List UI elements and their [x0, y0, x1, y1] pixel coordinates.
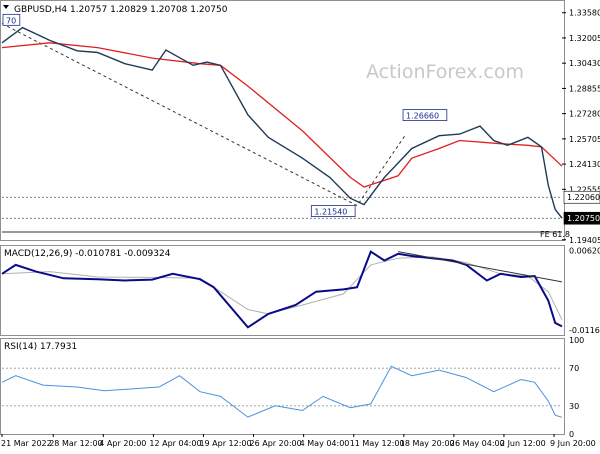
macd-title: MACD(12,26,9) -0.010781 -0.009324 — [4, 249, 171, 259]
fe-label: FE 61.8 — [540, 230, 570, 239]
price-annotation: 1.26660 — [406, 112, 439, 121]
price-axis-tick-label: 1.27280 — [569, 110, 600, 119]
x-axis-tick-label: 28 Mar 12:00 — [49, 439, 102, 448]
rsi-axis-tick-label: 70 — [569, 364, 579, 373]
x-axis-tick-label: 12 Apr 04:00 — [149, 439, 201, 448]
x-axis-tick-label: 19 Apr 12:00 — [199, 439, 251, 448]
rsi-axis-tick-label: 100 — [569, 336, 584, 345]
rsi-axis-tick-label: 0 — [569, 430, 574, 439]
x-axis-tick-label: 9 Jun 20:00 — [550, 439, 596, 448]
rsi-title: RSI(14) 17.7931 — [4, 342, 77, 352]
price-axis-tick-label: 1.30430 — [569, 59, 600, 68]
rsi-axis-tick-label: 30 — [569, 402, 579, 411]
price-axis-tick-label: 1.28855 — [569, 84, 600, 93]
price-axis-tick-label: 1.19405 — [569, 236, 600, 245]
watermark: ActionForex.com — [366, 61, 524, 83]
chart-root: ActionForex.com GBPUSD,H4 1.20757 1.2082… — [0, 0, 600, 450]
x-axis-tick-label: 4 May 04:00 — [300, 439, 350, 448]
level-price-label: 1.22060 — [567, 193, 600, 202]
price-axis-tick-label: 1.33580 — [569, 9, 600, 18]
current-price-label: 1.20750 — [567, 214, 600, 223]
price-axis-tick-label: 1.32005 — [569, 34, 600, 43]
chart-canvas: ActionForex.com GBPUSD,H4 1.20757 1.2082… — [0, 0, 600, 450]
macd-axis-tick-label: 0.006208 — [569, 247, 600, 256]
x-axis-tick-label: 26 Apr 20:00 — [250, 439, 302, 448]
x-axis-tick-label: 4 Apr 20:00 — [99, 439, 146, 448]
x-axis-tick-label: 21 Mar 2022 — [1, 439, 52, 448]
x-axis-tick-label: 26 May 04:00 — [450, 439, 505, 448]
price-annotation: 1.21540 — [314, 208, 347, 217]
x-axis-tick-label: 18 May 20:00 — [400, 439, 455, 448]
price-axis-tick-label: 1.24130 — [569, 160, 600, 169]
macd-axis-tick-label: -0.011607 — [569, 326, 600, 335]
x-axis-tick-label: 11 May 12:00 — [350, 439, 405, 448]
x-axis-tick-label: 2 Jun 12:00 — [500, 439, 546, 448]
price-annotation: 70 — [6, 16, 16, 25]
chart-title: GBPUSD,H4 1.20757 1.20829 1.20708 1.2075… — [14, 5, 228, 15]
price-axis-tick-label: 1.25705 — [569, 135, 600, 144]
